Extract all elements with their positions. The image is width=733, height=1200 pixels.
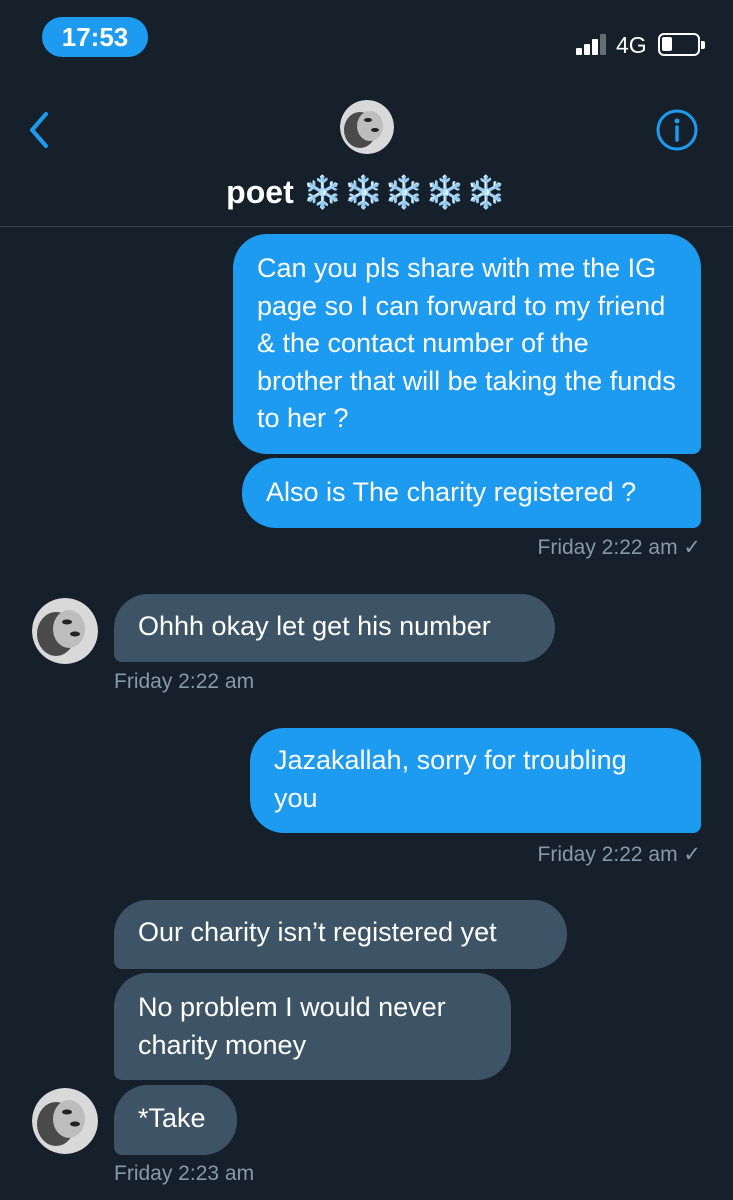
status-time: 17:53 [42, 17, 148, 57]
message-timestamp: Friday 2:22 am [114, 670, 255, 693]
message-bubble-sent[interactable]: Can you pls share with me the IG page so… [233, 234, 701, 454]
message-bubble-received[interactable]: *Take [114, 1085, 237, 1155]
message-timestamp: Friday 2:22 am ✓ [537, 536, 702, 559]
message-timestamp: Friday 2:23 am [114, 1162, 255, 1185]
message-timestamp: Friday 2:22 am ✓ [537, 843, 702, 866]
network-type: 4G [616, 32, 647, 58]
battery-icon [658, 33, 705, 56]
message-bubble-sent[interactable]: Jazakallah, sorry for troubling you [250, 728, 701, 833]
status-bar: 17:53 4G [0, 0, 733, 80]
contact-avatar[interactable] [32, 598, 98, 664]
message-bubble-received[interactable]: Ohhh okay let get his number [114, 594, 555, 662]
signal-icon [576, 33, 608, 55]
contact-name[interactable]: poet ❄️❄️❄️❄️❄️ [0, 172, 733, 212]
info-circle-icon [656, 109, 698, 151]
message-bubble-received[interactable]: Our charity isn’t registered yet [114, 900, 567, 969]
back-button[interactable] [22, 108, 58, 152]
header-avatar[interactable] [340, 100, 394, 154]
chevron-left-icon [30, 112, 48, 148]
message-bubble-received[interactable]: No problem I would never charity money [114, 973, 511, 1080]
contact-name-text: poet [226, 174, 294, 210]
conversation-header: poet ❄️❄️❄️❄️❄️ [0, 80, 733, 227]
contact-avatar[interactable] [32, 1088, 98, 1154]
message-bubble-sent[interactable]: Also is The charity registered ? [242, 458, 701, 528]
snowflake-decoration: ❄️❄️❄️❄️❄️ [302, 174, 507, 210]
info-button[interactable] [655, 108, 699, 152]
